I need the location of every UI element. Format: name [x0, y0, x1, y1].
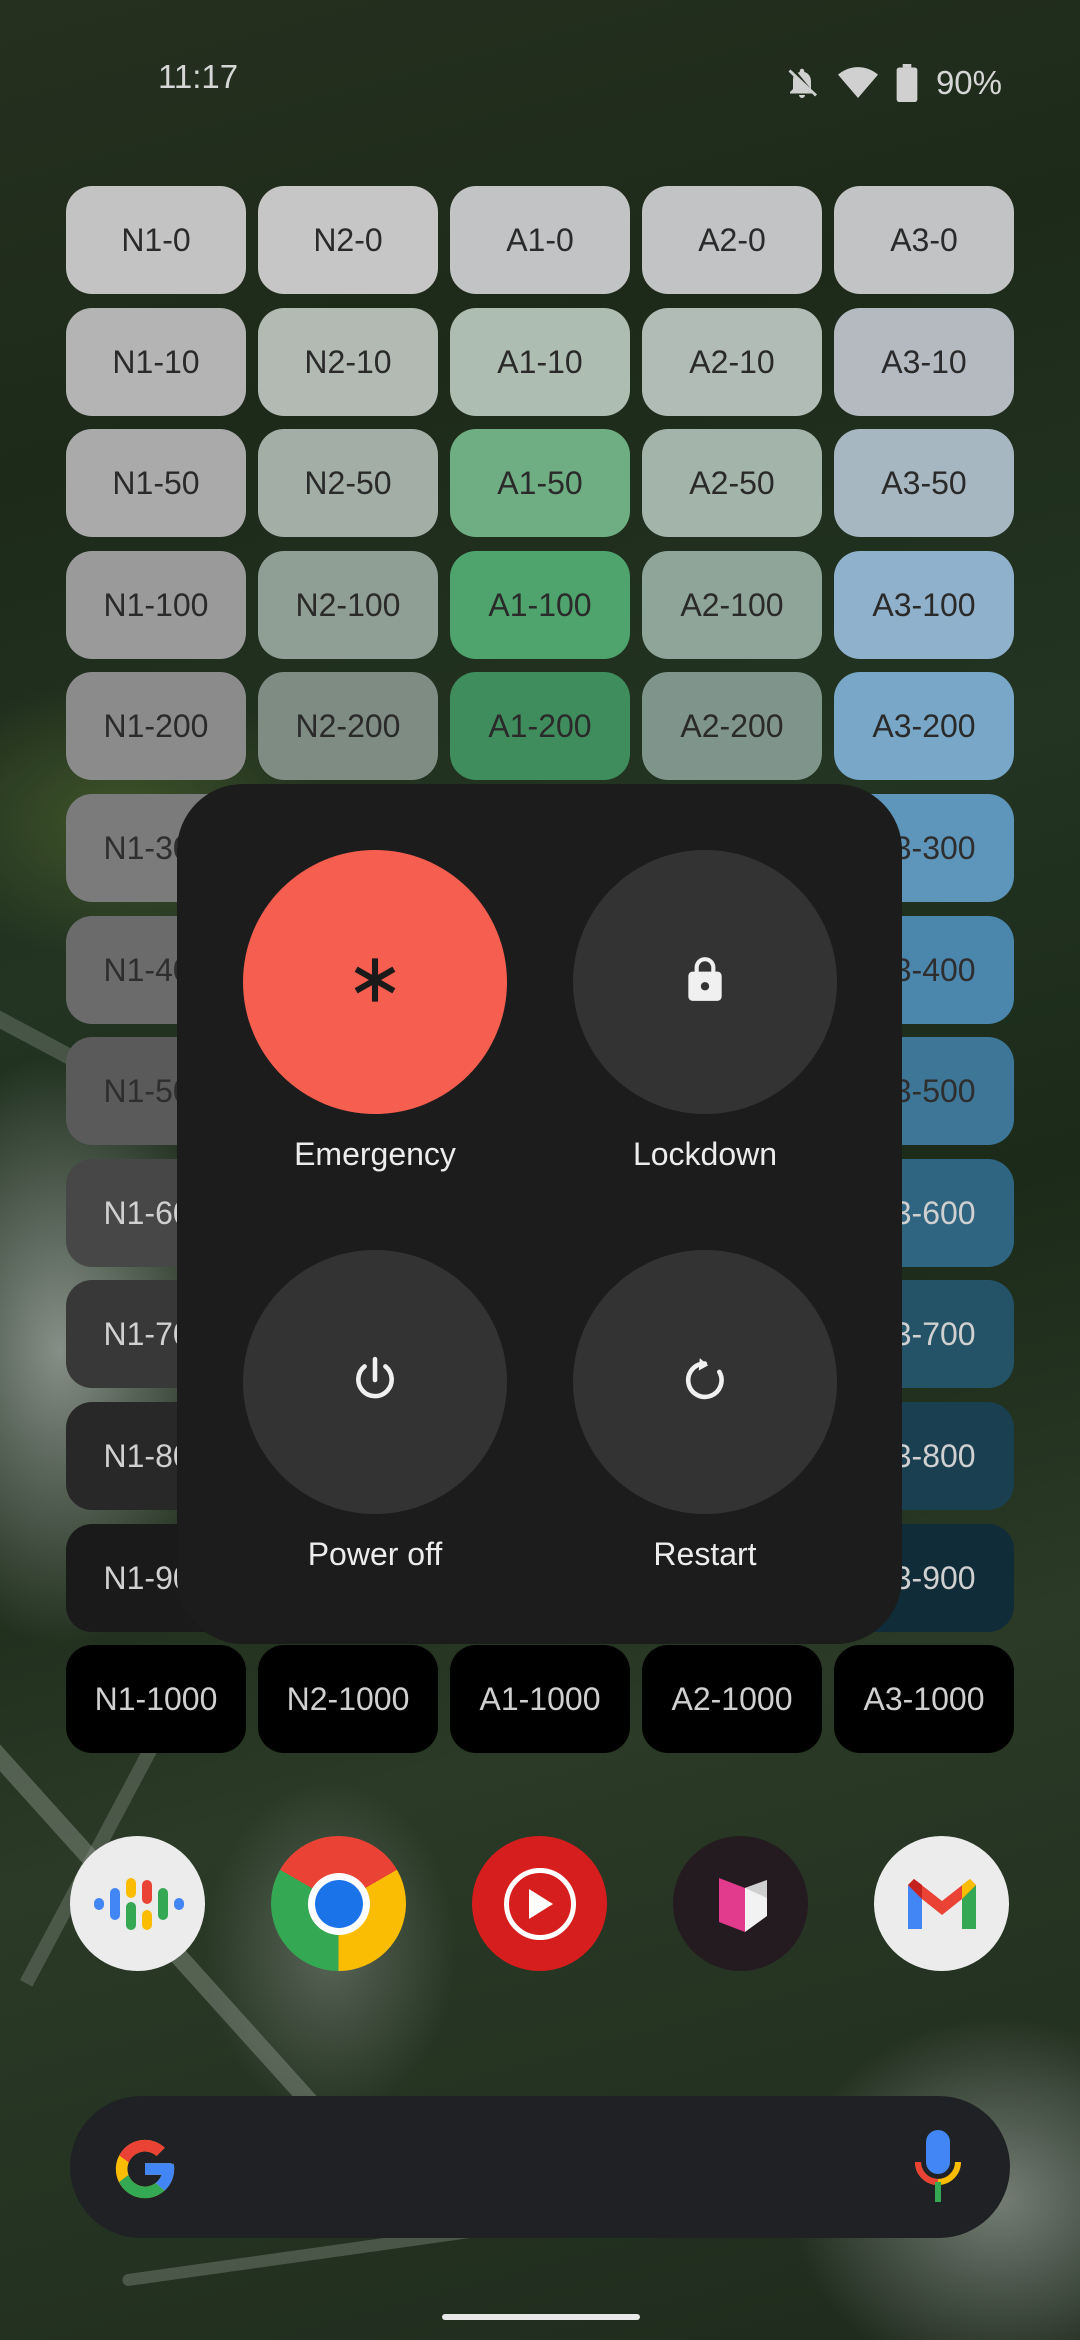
grid-tile[interactable]: A3-0 — [834, 186, 1014, 294]
grid-tile[interactable]: A3-10 — [834, 308, 1014, 416]
grid-tile[interactable]: N2-10 — [258, 308, 438, 416]
grid-tile[interactable]: N1-50 — [66, 429, 246, 537]
grid-tile[interactable]: N1-200 — [66, 672, 246, 780]
grid-tile[interactable]: A3-200 — [834, 672, 1014, 780]
power-off-button[interactable] — [243, 1250, 507, 1514]
wifi-icon — [837, 66, 878, 100]
asterisk-icon — [349, 954, 401, 1011]
grid-tile[interactable]: N1-100 — [66, 551, 246, 659]
grid-tile[interactable]: A3-100 — [834, 551, 1014, 659]
grid-tile[interactable]: A1-10 — [450, 308, 630, 416]
power-off-label: Power off — [307, 1536, 443, 1572]
grid-tile[interactable]: N2-100 — [258, 551, 438, 659]
grid-tile[interactable]: A1-100 — [450, 551, 630, 659]
emergency-button[interactable] — [243, 850, 507, 1114]
google-logo-icon — [110, 2134, 180, 2209]
emergency-label: Emergency — [294, 1136, 456, 1172]
grid-tile[interactable]: A2-100 — [642, 551, 822, 659]
grid-tile[interactable]: A3-50 — [834, 429, 1014, 537]
lock-icon — [683, 955, 727, 1010]
restart-icon — [680, 1355, 730, 1410]
generic-app-icon[interactable] — [673, 1836, 808, 1971]
microphone-icon[interactable] — [914, 2130, 962, 2211]
power-icon — [350, 1355, 400, 1410]
power-menu: Emergency Lockdown Power off Restart — [177, 784, 902, 1644]
grid-tile[interactable]: A2-50 — [642, 429, 822, 537]
restart-button[interactable] — [573, 1250, 837, 1514]
lockdown-label: Lockdown — [632, 1136, 778, 1172]
grid-tile[interactable]: N2-1000 — [258, 1645, 438, 1753]
battery-percent: 90% — [935, 64, 1002, 101]
grid-tile[interactable]: A3-1000 — [834, 1645, 1014, 1753]
grid-tile[interactable]: N1-0 — [66, 186, 246, 294]
bell-off-icon — [784, 65, 820, 101]
grid-tile[interactable]: A2-200 — [642, 672, 822, 780]
grid-tile[interactable]: A1-50 — [450, 429, 630, 537]
grid-tile[interactable]: A2-1000 — [642, 1645, 822, 1753]
battery-icon — [896, 64, 918, 102]
gesture-nav-handle[interactable] — [442, 2314, 640, 2320]
gmail-app-icon[interactable] — [874, 1836, 1009, 1971]
grid-tile[interactable]: N2-200 — [258, 672, 438, 780]
grid-tile[interactable]: A2-10 — [642, 308, 822, 416]
search-bar[interactable] — [70, 2096, 1010, 2238]
lockdown-button[interactable] — [573, 850, 837, 1114]
grid-tile[interactable]: N1-10 — [66, 308, 246, 416]
status-icons: 90% — [784, 58, 1002, 108]
grid-tile[interactable]: N1-1000 — [66, 1645, 246, 1753]
grid-tile[interactable]: N2-0 — [258, 186, 438, 294]
grid-tile[interactable]: N2-50 — [258, 429, 438, 537]
chrome-app-icon[interactable] — [271, 1836, 406, 1971]
grid-tile[interactable]: A1-0 — [450, 186, 630, 294]
podcasts-app-icon[interactable] — [70, 1836, 205, 1971]
restart-label: Restart — [653, 1536, 757, 1572]
youtube-music-app-icon[interactable] — [472, 1836, 607, 1971]
grid-tile[interactable]: A1-1000 — [450, 1645, 630, 1753]
status-clock: 11:17 — [158, 58, 239, 95]
grid-tile[interactable]: A1-200 — [450, 672, 630, 780]
grid-tile[interactable]: A2-0 — [642, 186, 822, 294]
